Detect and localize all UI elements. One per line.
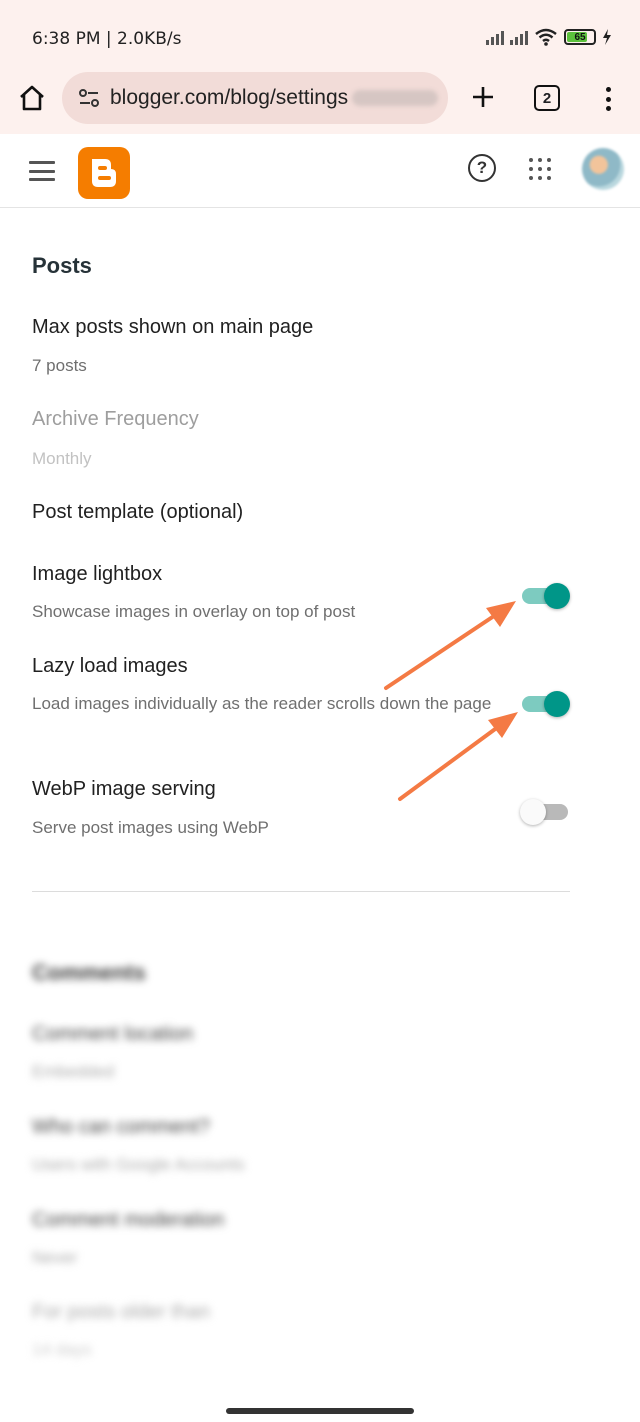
older-than-value: 14 days <box>32 1340 92 1359</box>
who-can-comment-setting[interactable]: Who can comment? <box>32 1116 210 1139</box>
battery-icon: 65 <box>564 29 596 45</box>
signal-icon <box>510 29 528 45</box>
max-posts-setting[interactable]: Max posts shown on main page <box>32 316 313 339</box>
hamburger-menu-icon[interactable] <box>29 161 55 181</box>
comment-location-value: Embedded <box>32 1062 115 1081</box>
comments-section-title: Comments <box>32 960 146 985</box>
post-template-setting[interactable]: Post template (optional) <box>32 501 243 524</box>
status-icons: 65 <box>486 28 612 46</box>
section-divider <box>32 891 570 892</box>
help-icon[interactable]: ? <box>468 154 496 182</box>
archive-frequency-value: Monthly <box>32 449 92 468</box>
lazy-load-setting: Lazy load images <box>32 655 188 677</box>
webp-serving-toggle[interactable] <box>520 796 570 826</box>
wifi-icon <box>535 28 557 46</box>
signal-icon <box>486 29 504 45</box>
url-bar[interactable]: blogger.com/blog/settings <box>62 72 448 124</box>
tab-count: 2 <box>542 89 552 107</box>
arrow-to-lazy-load-toggle <box>398 712 518 801</box>
comment-moderation-setting[interactable]: Comment moderation <box>32 1209 224 1232</box>
webp-serving-description: Serve post images using WebP <box>32 818 269 837</box>
who-can-comment-value: Users with Google Accounts <box>32 1155 245 1174</box>
url-redacted <box>352 90 439 106</box>
plus-icon <box>473 87 493 107</box>
image-lightbox-description: Showcase images in overlay on top of pos… <box>32 602 356 621</box>
lazy-load-toggle[interactable] <box>520 688 570 718</box>
webp-serving-setting: WebP image serving <box>32 778 216 800</box>
comments-section-blurred: Comments Comment location Embedded Who c… <box>0 950 640 1422</box>
comment-moderation-value: Never <box>32 1248 78 1267</box>
posts-section-title: Posts <box>32 253 92 278</box>
comment-location-setting[interactable]: Comment location <box>32 1023 193 1046</box>
url-text[interactable]: blogger.com/blog/settings <box>110 86 348 110</box>
new-tab-button[interactable] <box>466 80 500 114</box>
charging-icon <box>603 29 611 45</box>
home-icon <box>20 85 44 111</box>
browser-chrome: 6:38 PM | 2.0KB/s 65 blogger.com/blog/se… <box>0 0 640 134</box>
battery-level: 65 <box>574 31 586 43</box>
more-vert-icon[interactable] <box>596 84 620 114</box>
tabs-button[interactable]: 2 <box>534 85 560 111</box>
site-settings-icon[interactable] <box>78 87 100 109</box>
image-lightbox-toggle[interactable] <box>520 580 570 610</box>
max-posts-value: 7 posts <box>32 356 87 375</box>
app-header: ? <box>0 134 640 208</box>
gesture-nav-handle[interactable] <box>226 1408 414 1414</box>
arrow-to-lightbox-toggle <box>384 601 516 690</box>
archive-frequency-setting: Archive Frequency <box>32 408 199 430</box>
home-button[interactable] <box>14 80 50 116</box>
status-time: 6:38 PM | 2.0KB/s <box>32 29 182 49</box>
apps-grid-icon[interactable] <box>529 158 551 180</box>
avatar[interactable] <box>582 148 624 190</box>
blogger-logo[interactable] <box>78 147 130 199</box>
image-lightbox-setting: Image lightbox <box>32 563 163 585</box>
older-than-setting[interactable]: For posts older than <box>32 1301 210 1324</box>
lazy-load-description: Load images individually as the reader s… <box>32 694 492 713</box>
